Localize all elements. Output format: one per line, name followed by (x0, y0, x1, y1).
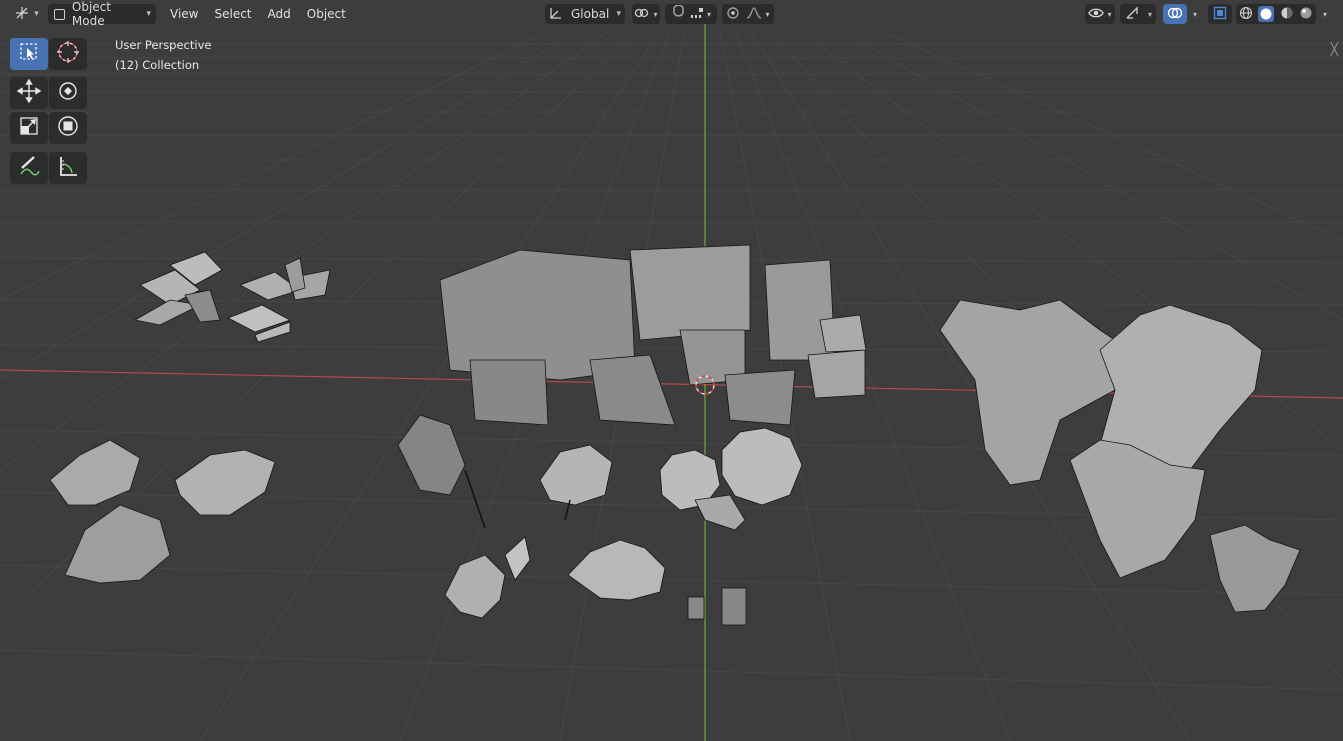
flower-group-left (49, 439, 276, 584)
rotate-icon (56, 79, 80, 107)
measure-icon (56, 154, 80, 182)
overlay-toggle[interactable] (1163, 4, 1187, 24)
tool-cursor[interactable] (49, 38, 87, 70)
viewport-scene[interactable] (0, 0, 1343, 741)
orientation-label: Global (571, 7, 610, 21)
small-props (687, 587, 747, 626)
viewport-header: ▾ Object Mode ▾ View Select Add Object G… (0, 0, 1343, 28)
header-menus: View Select Add Object (162, 4, 354, 24)
mode-selector[interactable]: Object Mode ▾ (48, 0, 156, 28)
transform-icon (56, 114, 80, 142)
editor-type-button[interactable]: ▾ (10, 4, 42, 24)
menu-object[interactable]: Object (299, 4, 354, 24)
tool-rotate[interactable] (49, 77, 87, 109)
visibility-button[interactable]: ▾ (1085, 4, 1115, 24)
shading-dropdown[interactable]: ▾ (1318, 4, 1332, 24)
viewport-info: User Perspective (12) Collection (115, 35, 211, 75)
overlay-icon (1167, 5, 1183, 24)
menu-view[interactable]: View (162, 4, 206, 24)
plant-leafy-a (133, 251, 223, 326)
plant-bottom-b (567, 539, 666, 601)
view-name: User Perspective (115, 38, 212, 52)
overlay-dropdown[interactable]: ▾ (1188, 4, 1202, 24)
cursor-icon (56, 40, 80, 68)
scale-icon (18, 115, 40, 141)
snap-increment-icon[interactable] (690, 6, 704, 23)
falloff-curve-icon[interactable] (746, 6, 762, 22)
rendered-shading-icon[interactable] (1299, 6, 1313, 23)
shading-mode-group (1236, 4, 1316, 24)
wireframe-shading-icon[interactable] (1239, 6, 1253, 23)
solid-shading-icon[interactable] (1258, 6, 1275, 22)
select-box-icon (18, 41, 40, 67)
transform-orientation-dropdown[interactable]: Global ▾ (545, 4, 625, 24)
tool-measure[interactable] (49, 152, 87, 184)
proportional-edit-icon[interactable] (726, 6, 740, 23)
mode-label: Object Mode (71, 0, 111, 28)
plant-objects (49, 244, 1301, 626)
menu-select[interactable]: Select (206, 4, 259, 24)
fan-plant (397, 414, 486, 529)
magnet-icon[interactable] (671, 4, 686, 23)
pivot-point-button[interactable]: ▾ (632, 4, 660, 24)
collection-label: (12) Collection (115, 58, 200, 72)
menu-add[interactable]: Add (260, 4, 299, 24)
tool-transform[interactable] (49, 112, 87, 144)
tool-annotate[interactable] (10, 152, 48, 184)
xray-toggle[interactable] (1208, 4, 1232, 24)
3d-viewport[interactable] (0, 0, 1343, 741)
visibility-icon (1088, 7, 1105, 22)
tool-scale[interactable] (10, 112, 48, 144)
plant-bottom-a (444, 536, 531, 619)
move-icon (16, 78, 42, 107)
annotate-icon (17, 154, 41, 182)
gizmo-icon (1124, 5, 1140, 24)
tool-select-box[interactable] (10, 38, 48, 70)
pivot-icon (634, 6, 650, 23)
crystal-large (939, 299, 1301, 613)
tool-move[interactable] (10, 77, 48, 109)
object-mode-icon (54, 8, 65, 20)
material-shading-icon[interactable] (1280, 6, 1294, 23)
view3d-icon (13, 6, 31, 23)
orientation-icon (549, 6, 563, 23)
proportional-edit-group: ▾ (722, 4, 774, 24)
xray-icon (1213, 6, 1227, 23)
area-corner-icon[interactable]: ╳ (1331, 42, 1338, 56)
snap-group: ▾ (665, 4, 717, 24)
grass-cluster (439, 244, 867, 426)
gizmo-toggle[interactable]: ▾ (1120, 4, 1156, 24)
lily-pads (659, 427, 803, 531)
